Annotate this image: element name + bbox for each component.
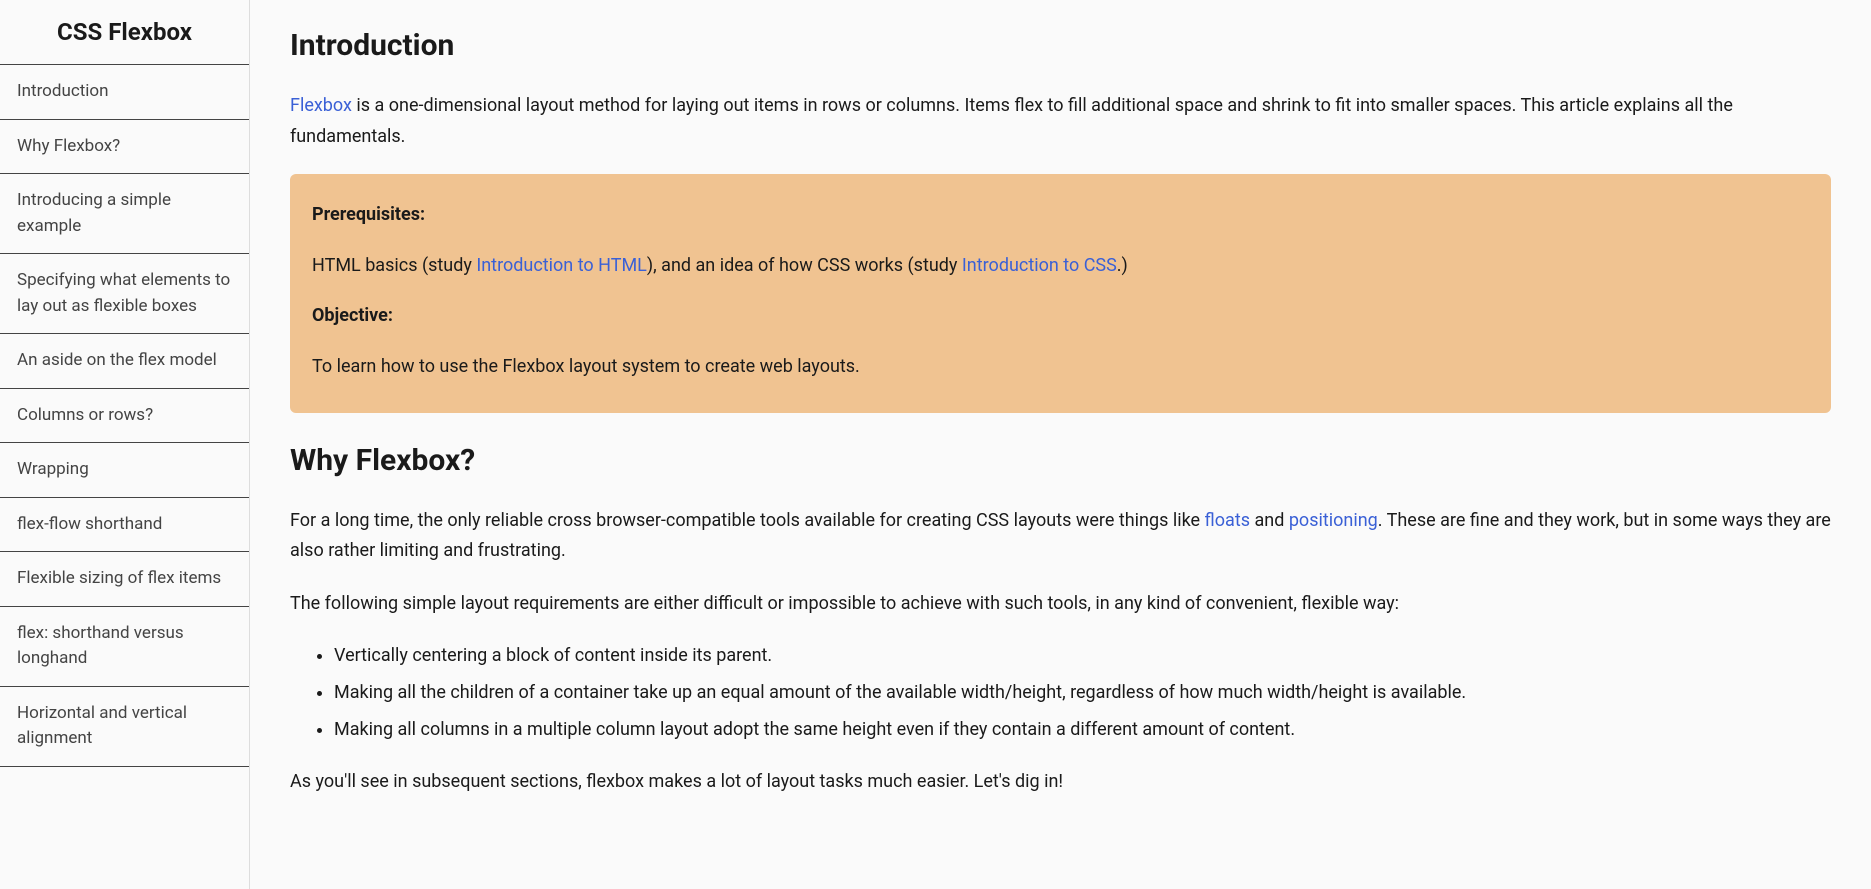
nav-item-specifying-elements[interactable]: Specifying what elements to lay out as f… (0, 254, 249, 334)
why-p1-t2: and (1250, 510, 1289, 531)
nav-item-columns-rows[interactable]: Columns or rows? (0, 389, 249, 444)
list-item: Vertically centering a block of content … (334, 641, 1831, 672)
list-item: Making all columns in a multiple column … (334, 715, 1831, 746)
sidebar[interactable]: CSS Flexbox Introduction Why Flexbox? In… (0, 0, 250, 889)
nav-item-why-flexbox[interactable]: Why Flexbox? (0, 120, 249, 175)
link-flexbox[interactable]: Flexbox (290, 95, 352, 116)
why-p1: For a long time, the only reliable cross… (290, 506, 1831, 567)
nav-item-shorthand-longhand[interactable]: flex: shorthand versus longhand (0, 607, 249, 687)
nav-item-alignment[interactable]: Horizontal and vertical alignment (0, 687, 249, 767)
nav-item-flexible-sizing[interactable]: Flexible sizing of flex items (0, 552, 249, 607)
callout-box: Prerequisites: HTML basics (study Introd… (290, 174, 1831, 412)
prereq-t2: ), and an idea of how CSS works (study (647, 255, 962, 276)
heading-introduction: Introduction (290, 28, 1831, 63)
nav-item-wrapping[interactable]: Wrapping (0, 443, 249, 498)
prereq-text: HTML basics (study Introduction to HTML)… (312, 251, 1809, 282)
why-bullets: Vertically centering a block of content … (290, 641, 1831, 745)
intro-text: is a one-dimensional layout method for l… (290, 95, 1733, 147)
prereq-label: Prerequisites: (312, 200, 1809, 231)
main-content[interactable]: Introduction Flexbox is a one-dimensiona… (250, 0, 1871, 889)
intro-paragraph: Flexbox is a one-dimensional layout meth… (290, 91, 1831, 152)
prereq-t3: .) (1117, 255, 1128, 276)
nav-item-simple-example[interactable]: Introducing a simple example (0, 174, 249, 254)
nav-item-flex-flow[interactable]: flex-flow shorthand (0, 498, 249, 553)
why-p2: The following simple layout requirements… (290, 589, 1831, 620)
nav-item-introduction[interactable]: Introduction (0, 65, 249, 120)
sidebar-title: CSS Flexbox (0, 0, 249, 65)
prereq-t1: HTML basics (study (312, 255, 476, 276)
link-intro-css[interactable]: Introduction to CSS (962, 255, 1117, 276)
heading-why-flexbox: Why Flexbox? (290, 443, 1831, 478)
nav-list: Introduction Why Flexbox? Introducing a … (0, 65, 249, 767)
objective-text: To learn how to use the Flexbox layout s… (312, 352, 1809, 383)
link-positioning[interactable]: positioning (1289, 510, 1378, 531)
list-item: Making all the children of a container t… (334, 678, 1831, 709)
objective-label: Objective: (312, 301, 1809, 332)
link-floats[interactable]: floats (1205, 510, 1250, 531)
why-p1-t1: For a long time, the only reliable cross… (290, 510, 1205, 531)
link-intro-html[interactable]: Introduction to HTML (476, 255, 647, 276)
why-p3: As you'll see in subsequent sections, fl… (290, 767, 1831, 798)
nav-item-aside-flex-model[interactable]: An aside on the flex model (0, 334, 249, 389)
